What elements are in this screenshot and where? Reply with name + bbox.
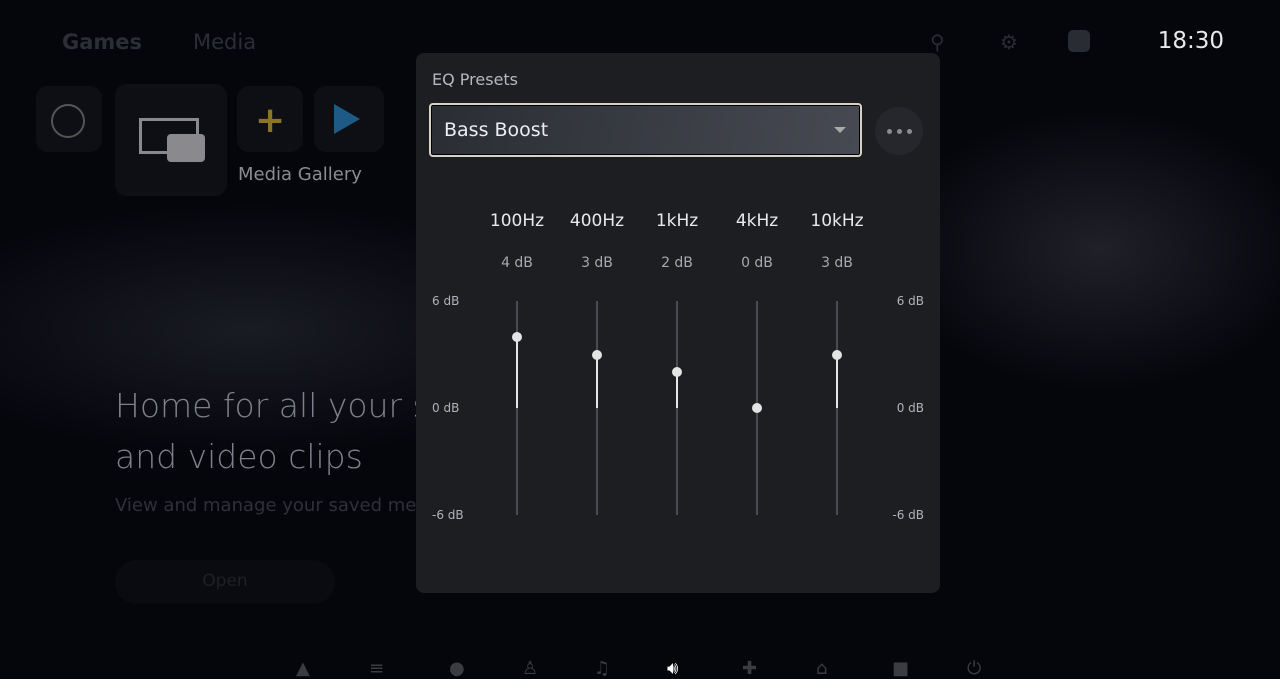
power-icon[interactable]: ⏻: [967, 658, 981, 679]
band-frequency: 100Hz: [489, 211, 545, 231]
music-icon[interactable]: ♫: [594, 658, 610, 679]
tab-games[interactable]: Games: [62, 30, 142, 54]
plus-icon: +: [255, 100, 286, 141]
eq-slider-fill: [596, 354, 598, 408]
ps-plus-tile[interactable]: +: [237, 86, 303, 152]
axis-bottom-right: -6 dB: [892, 508, 924, 522]
more-icon: [886, 128, 892, 134]
eq-slider-knob[interactable]: [512, 331, 522, 342]
band-frequency: 4kHz: [735, 211, 779, 231]
clock: 18:30: [1157, 28, 1224, 54]
avatar-icon[interactable]: [1068, 30, 1090, 52]
more-options-button[interactable]: [875, 107, 923, 155]
eq-slider-fill: [676, 372, 678, 408]
eq-slider-fill: [516, 336, 518, 408]
axis-bottom-left: -6 dB: [432, 508, 464, 522]
axis-mid-left: 0 dB: [432, 401, 460, 415]
media-gallery-tile[interactable]: [115, 84, 227, 196]
band-frequency: 1kHz: [655, 211, 699, 231]
gear-icon[interactable]: ⚙: [1000, 30, 1022, 54]
eq-slider-knob[interactable]: [752, 403, 762, 413]
network-icon[interactable]: ⌂: [816, 658, 827, 679]
eq-panel: EQ Presets Bass Boost 6 dB 0 dB -6 dB 6 …: [416, 53, 940, 593]
eq-presets-label: EQ Presets: [432, 70, 519, 89]
axis-mid-right: 0 dB: [896, 401, 924, 415]
open-button[interactable]: Open: [115, 560, 335, 604]
eq-slider-track[interactable]: [836, 301, 838, 515]
switcher-icon[interactable]: ≡: [369, 658, 384, 679]
band-gain-value: 3 dB: [821, 255, 853, 271]
band-frequency: 400Hz: [569, 211, 625, 231]
play-icon: [334, 104, 360, 134]
subtitle: View and manage your saved me: [115, 495, 417, 516]
tab-media[interactable]: Media: [193, 30, 256, 54]
eq-slider-track[interactable]: [596, 301, 598, 515]
ps-store-tile[interactable]: [314, 86, 384, 152]
explore-tile[interactable]: [36, 86, 102, 152]
home-icon[interactable]: ▲: [296, 658, 310, 679]
band-gain-value: 2 dB: [661, 255, 693, 271]
eq-slider-knob[interactable]: [672, 367, 682, 378]
eq-preset-dropdown[interactable]: Bass Boost: [429, 103, 862, 157]
eq-slider-knob[interactable]: [592, 349, 602, 360]
band-gain-value: 3 dB: [581, 255, 613, 271]
band-gain-value: 0 dB: [741, 255, 773, 271]
tile-label: Media Gallery: [238, 164, 362, 185]
explore-icon: [51, 104, 85, 138]
search-icon[interactable]: ⚲: [930, 30, 952, 54]
notifications-icon[interactable]: ●: [449, 658, 465, 679]
axis-top-right: 6 dB: [896, 294, 924, 308]
eq-slider-knob[interactable]: [832, 349, 842, 360]
game-base-icon[interactable]: ♙: [522, 658, 538, 679]
headline: Home for all your s: [115, 386, 430, 425]
band-gain-value: 4 dB: [501, 255, 533, 271]
axis-top-left: 6 dB: [432, 294, 460, 308]
accessories-icon[interactable]: ✚: [742, 658, 757, 679]
band-frequency: 10kHz: [810, 211, 864, 231]
eq-slider-fill: [836, 354, 838, 408]
sound-icon[interactable]: 🔊︎: [667, 658, 678, 679]
headline-line-2: and video clips: [115, 437, 363, 476]
eq-preset-value: Bass Boost: [444, 119, 549, 141]
eq-slider-track[interactable]: [676, 301, 678, 515]
user-icon[interactable]: ■: [892, 658, 909, 679]
chevron-down-icon: [834, 127, 846, 133]
